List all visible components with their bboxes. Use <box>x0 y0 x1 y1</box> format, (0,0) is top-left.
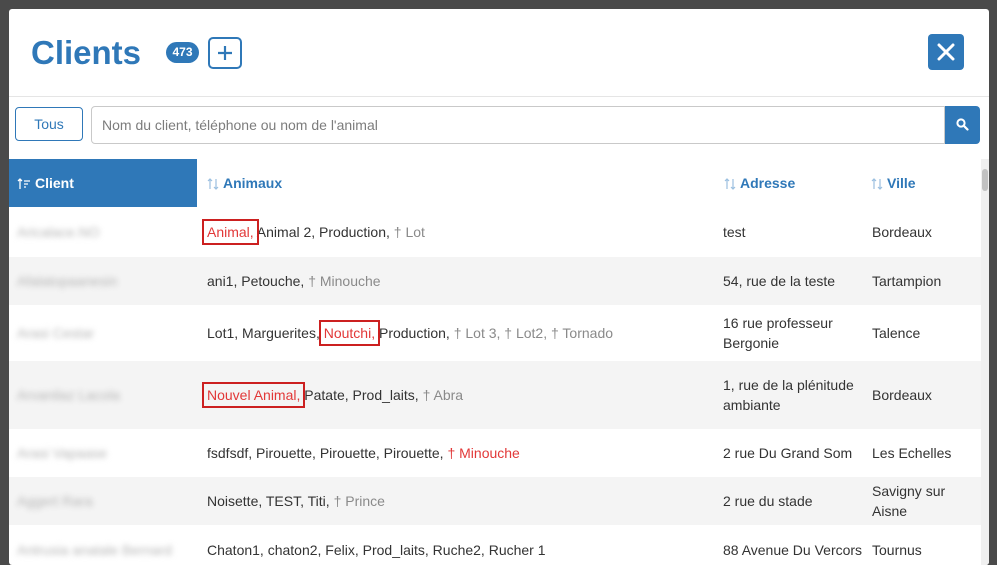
cell-adresse: 2 rue du stade <box>723 493 813 509</box>
cell-adresse: 88 Avenue Du Vercors <box>723 542 863 558</box>
cell-client-name: Aggert Rara <box>17 493 93 509</box>
column-header-client[interactable]: Client <box>9 159 197 207</box>
page-title: Clients <box>31 34 142 71</box>
cell-animaux: Animal, Animal 2, Production, † Lot <box>202 207 717 257</box>
animal-name[interactable]: Production, <box>375 325 454 341</box>
cell-animaux: Noisette, TEST, Titi, † Prince <box>207 477 717 525</box>
table-row[interactable]: Aricalace.NO Animal, Animal 2, Production… <box>9 207 981 257</box>
search-icon <box>956 118 969 131</box>
animal-list: Chaton1, chaton2, Felix, Prod_laits, Ruc… <box>207 540 546 560</box>
search-button[interactable] <box>945 106 980 144</box>
cell-ville: Tartampion <box>872 273 942 289</box>
animal-name[interactable]: ani1, Petouche, <box>207 273 308 289</box>
table-row[interactable]: Arvanilaz Lacola Nouvel Animal, Patate, P… <box>9 361 981 429</box>
table-row[interactable]: Arasi Cestar Lot1, Marguerites, Noutchi, … <box>9 305 981 361</box>
cell-animaux: fsdfsdf, Pirouette, Pirouette, Pirouette… <box>207 429 717 477</box>
animal-list: Noisette, TEST, Titi, † Prince <box>207 491 385 511</box>
animal-name[interactable]: Chaton1, chaton2, Felix, Prod_laits, Ruc… <box>207 542 546 558</box>
cell-ville: Talence <box>872 325 921 341</box>
column-header-ville[interactable]: Ville <box>871 159 981 207</box>
cell-animaux: Lot1, Marguerites, Noutchi, Production, … <box>207 305 717 361</box>
animal-list: Nouvel Animal, Patate, Prod_laits, † Abr… <box>201 382 463 408</box>
animal-name[interactable]: † Lot 3, † Lot2, † Tornado <box>454 325 613 341</box>
cell-ville: Bordeaux <box>872 224 932 240</box>
cell-ville: Les Echelles <box>872 445 952 461</box>
cell-ville: Savigny sur Aisne <box>872 483 946 519</box>
animal-list: Lot1, Marguerites, Noutchi, Production, … <box>207 320 613 346</box>
plus-icon <box>218 46 232 60</box>
sort-icon <box>724 178 736 191</box>
clients-modal: Clients 473 Tous Client <box>9 9 989 565</box>
animal-name[interactable]: † Minouche <box>308 273 380 289</box>
table-row[interactable]: Aggert Rara Noisette, TEST, Titi, † Princ… <box>9 477 981 525</box>
animal-name[interactable]: Animal 2, Production, <box>254 224 394 240</box>
filter-all-button[interactable]: Tous <box>15 107 83 141</box>
table-row[interactable]: Antrusia anatale Bernard Chaton1, chaton2… <box>9 525 981 565</box>
cell-ville: Tournus <box>872 542 922 558</box>
cell-adresse: 2 rue Du Grand Som <box>723 445 853 461</box>
cell-client-name: Arvanilaz Lacola <box>17 387 120 403</box>
column-header-ville-label: Ville <box>887 175 916 191</box>
column-header-client-label: Client <box>35 175 74 191</box>
column-header-adresse-label: Adresse <box>740 175 796 191</box>
cell-adresse: test <box>723 224 746 240</box>
table-row[interactable]: Afalatopaanesin ani1, Petouche, † Minouch… <box>9 257 981 305</box>
animal-name[interactable]: Animal, <box>202 219 259 245</box>
cell-ville: Bordeaux <box>872 387 932 403</box>
animal-name[interactable]: † Abra <box>423 387 463 403</box>
column-header-adresse[interactable]: Adresse <box>724 159 864 207</box>
animal-list: Animal, Animal 2, Production, † Lot <box>202 219 425 245</box>
cell-client-name: Arasi Cestar <box>17 325 95 341</box>
modal-header: Clients 473 <box>9 9 989 97</box>
column-header-animaux[interactable]: Animaux <box>207 159 707 207</box>
animal-name[interactable]: Noutchi, <box>318 320 381 346</box>
cell-client-name: Antrusia anatale Bernard <box>17 542 172 558</box>
sort-asc-icon <box>17 178 30 190</box>
clients-table: Client Animaux Adresse Ville Aricalace.N… <box>9 159 989 565</box>
cell-client-name: Aricalace.NO <box>17 224 100 240</box>
animal-name[interactable]: Noisette, TEST, Titi, <box>207 493 334 509</box>
table-row[interactable]: Arasi Vapaase fsdfsdf, Pirouette, Pirouet… <box>9 429 981 477</box>
animal-name[interactable]: fsdfsdf, Pirouette, Pirouette, Pirouette… <box>207 445 447 461</box>
cell-animaux: Chaton1, chaton2, Felix, Prod_laits, Ruc… <box>207 525 717 565</box>
cell-adresse: 54, rue de la teste <box>723 273 836 289</box>
table-scrollbar[interactable] <box>981 159 989 565</box>
cell-client-name: Afalatopaanesin <box>17 273 118 289</box>
scrollbar-thumb[interactable] <box>982 169 988 191</box>
cell-animaux: ani1, Petouche, † Minouche <box>207 257 717 305</box>
cell-animaux: Nouvel Animal, Patate, Prod_laits, † Abr… <box>201 361 717 429</box>
animal-list: fsdfsdf, Pirouette, Pirouette, Pirouette… <box>207 443 520 463</box>
animal-name[interactable]: † Minouche <box>447 445 519 461</box>
animal-name[interactable]: † Lot <box>394 224 425 240</box>
column-header-animaux-label: Animaux <box>223 175 283 191</box>
cell-adresse: 1, rue de la plénitude ambiante <box>723 377 854 413</box>
animal-name[interactable]: Patate, Prod_laits, <box>300 387 422 403</box>
cell-client-name: Arasi Vapaase <box>17 445 108 461</box>
add-client-button[interactable] <box>208 37 242 69</box>
animal-name[interactable]: Nouvel Animal, <box>201 382 306 408</box>
search-input[interactable] <box>91 106 945 144</box>
close-icon <box>937 43 955 61</box>
animal-name[interactable]: † Prince <box>334 493 385 509</box>
close-button[interactable] <box>928 34 964 70</box>
sort-icon <box>207 178 219 191</box>
animal-name[interactable]: Lot1, Marguerites, <box>207 325 324 341</box>
client-count-badge: 473 <box>166 42 199 63</box>
sort-icon <box>871 178 883 191</box>
animal-list: ani1, Petouche, † Minouche <box>207 271 381 291</box>
cell-adresse: 16 rue professeur Bergonie <box>723 315 833 351</box>
